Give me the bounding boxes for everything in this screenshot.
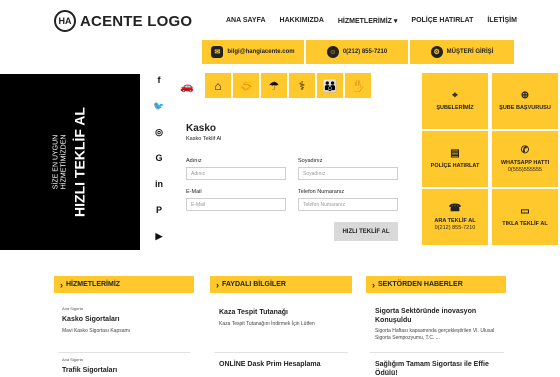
- handshake-icon[interactable]: 🤝: [233, 73, 259, 98]
- hand-icon[interactable]: ✋: [345, 73, 371, 98]
- email-text: bilgi@hangiacente.com: [227, 49, 295, 55]
- insurance-category-tabs: ⌂ 🤝 ☂ ⚕ 👪 ✋: [205, 73, 371, 98]
- phone-label: Telefon Numaranız: [298, 189, 345, 195]
- quick-quote-banner: SİZE EN UYGUN HİZMETİMİZDEN HIZLI TEKLİF…: [0, 74, 140, 250]
- twitter-icon[interactable]: 🐦: [153, 100, 165, 112]
- news-heading: SEKTÖRDEN HABERLER: [366, 276, 506, 293]
- banner-line-2: HİZMETİMİZDEN: [60, 134, 68, 190]
- customer-login-button[interactable]: ⚙ MÜŞTERİ GİRİŞİ: [410, 40, 514, 64]
- location-pin-icon: ⌖: [452, 90, 458, 102]
- surname-label: Soyadınız: [298, 158, 323, 164]
- gear-icon: ⚙: [430, 46, 443, 58]
- service-desc: Mavi Kasko Sigortası Kapsamı: [62, 328, 131, 334]
- info-title[interactable]: Kaza Tespit Tutanağı: [219, 309, 288, 316]
- click-quote-label: TIKLA TEKLİF AL: [502, 221, 548, 228]
- social-links: f 🐦 ◎ G in P ▶: [153, 74, 165, 242]
- youtube-icon[interactable]: ▶: [153, 230, 165, 242]
- stethoscope-icon[interactable]: ⚕: [289, 73, 315, 98]
- mail-icon: ✉: [211, 46, 224, 58]
- branch-apply-label: ŞUBE BAŞVURUSU: [499, 105, 551, 112]
- policy-reminder-tile[interactable]: ▤ POLİÇE HATIRLAT: [422, 131, 488, 187]
- service-title[interactable]: Kasko Sigortaları: [62, 316, 120, 323]
- umbrella-hand-icon[interactable]: ☂: [261, 73, 287, 98]
- services-heading: HİZMETLERİMİZ: [54, 276, 194, 293]
- branches-tile[interactable]: ⌖ ŞUBELERİMİZ: [422, 73, 488, 129]
- service-tag: Ana Sigorta: [62, 306, 83, 311]
- nav-home[interactable]: ANA SAYFA: [226, 17, 266, 25]
- email-label: E-Mail: [186, 189, 202, 195]
- form-title: Kasko: [186, 123, 217, 134]
- monitor-icon: ▭: [520, 206, 530, 218]
- car-icon[interactable]: 🚗: [180, 80, 194, 93]
- family-icon[interactable]: 👪: [317, 73, 343, 98]
- whatsapp-tile[interactable]: ✆ WHATSAPP HATTI 0(555)555555: [492, 131, 558, 187]
- logo-text: ACENTE LOGO: [80, 12, 193, 30]
- service-title[interactable]: Trafik Sigortaları: [62, 367, 117, 374]
- info-heading: FAYDALI BİLGİLER: [210, 276, 352, 293]
- logo-mark: HA: [54, 10, 76, 32]
- phone-icon: ☎: [448, 202, 462, 214]
- nav-about[interactable]: HAKKIMIZDA: [280, 17, 324, 25]
- plus-circle-icon: ⊕: [520, 90, 530, 102]
- name-label: Adınız: [186, 158, 202, 164]
- news-title[interactable]: Sağlığım Tamam Sigortası ile Effie Ödülü…: [375, 360, 510, 377]
- email-contact[interactable]: ✉ bilgi@hangiacente.com: [202, 40, 304, 64]
- news-title[interactable]: Sigorta Sektöründe inovasyon Konuşuldu: [375, 307, 510, 325]
- pinterest-icon[interactable]: P: [153, 204, 165, 216]
- home-icon[interactable]: ⌂: [205, 73, 231, 98]
- call-quote-label: ARA TEKLİF AL: [434, 217, 476, 224]
- form-subtitle: Kasko Teklif Al: [186, 136, 222, 142]
- banner-main: HIZLI TEKLİF AL: [71, 107, 88, 217]
- whatsapp-icon: ✆: [520, 144, 530, 156]
- contact-bar: ✉ bilgi@hangiacente.com ☺ 0(212) 855-721…: [202, 40, 514, 64]
- document-icon: ▤: [450, 148, 460, 160]
- nav-contact[interactable]: İLETİŞİM: [487, 17, 517, 25]
- facebook-icon[interactable]: f: [153, 74, 165, 86]
- phone-contact[interactable]: ☺ 0(212) 855-7210: [306, 40, 408, 64]
- info-desc: Kaza Tespit Tutanağını İndirmek İçin Lüt…: [219, 321, 315, 327]
- linkedin-icon[interactable]: in: [153, 178, 165, 190]
- banner-text: SİZE EN UYGUN HİZMETİMİZDEN HIZLI TEKLİF…: [52, 107, 87, 217]
- branches-label: ŞUBELERİMİZ: [436, 105, 474, 112]
- main-nav: ANA SAYFA HAKKIMIZDA HİZMETLERİMİZ POLİÇ…: [226, 17, 517, 25]
- phone-text: 0(212) 855-7210: [342, 49, 388, 55]
- name-field[interactable]: Adınız: [186, 167, 286, 180]
- support-icon: ☺: [326, 46, 339, 58]
- nav-policy-reminder[interactable]: POLİÇE HATIRLAT: [411, 17, 473, 25]
- divider: [214, 352, 348, 353]
- news-desc: Sigorta Haftası kapsamında gerçekleştiri…: [375, 328, 495, 341]
- instagram-icon[interactable]: ◎: [153, 126, 165, 138]
- quick-quote-button[interactable]: HIZLI TEKLİF AL: [334, 222, 398, 241]
- click-quote-tile[interactable]: ▭ TIKLA TEKLİF AL: [492, 189, 558, 245]
- whatsapp-number: 0(555)555555: [507, 166, 543, 173]
- customer-login-label: MÜŞTERİ GİRİŞİ: [446, 49, 494, 55]
- whatsapp-label: WHATSAPP HATTI: [500, 159, 550, 166]
- quick-action-tiles: ⌖ ŞUBELERİMİZ ⊕ ŞUBE BAŞVURUSU ▤ POLİÇE …: [422, 73, 560, 245]
- call-quote-tile[interactable]: ☎ ARA TEKLİF AL 0(212) 855-7210: [422, 189, 488, 245]
- email-field[interactable]: E-Mail: [186, 198, 286, 211]
- policy-reminder-label: POLİÇE HATIRLAT: [430, 163, 480, 170]
- nav-services[interactable]: HİZMETLERİMİZ: [338, 17, 398, 25]
- divider: [370, 352, 504, 353]
- surname-field[interactable]: Soyadınız: [298, 167, 398, 180]
- call-quote-number: 0(212) 855-7210: [434, 224, 476, 231]
- logo[interactable]: HA ACENTE LOGO: [54, 10, 192, 32]
- phone-field[interactable]: Telefon Numaranız: [298, 198, 398, 211]
- google-plus-icon[interactable]: G: [153, 152, 165, 164]
- divider: [58, 352, 190, 353]
- banner-line-1: SİZE EN UYGUN: [52, 134, 60, 190]
- service-tag: Ana Sigorta: [62, 357, 83, 362]
- branch-apply-tile[interactable]: ⊕ ŞUBE BAŞVURUSU: [492, 73, 558, 129]
- info-title[interactable]: ONLİNE Dask Prim Hesaplama: [219, 361, 321, 368]
